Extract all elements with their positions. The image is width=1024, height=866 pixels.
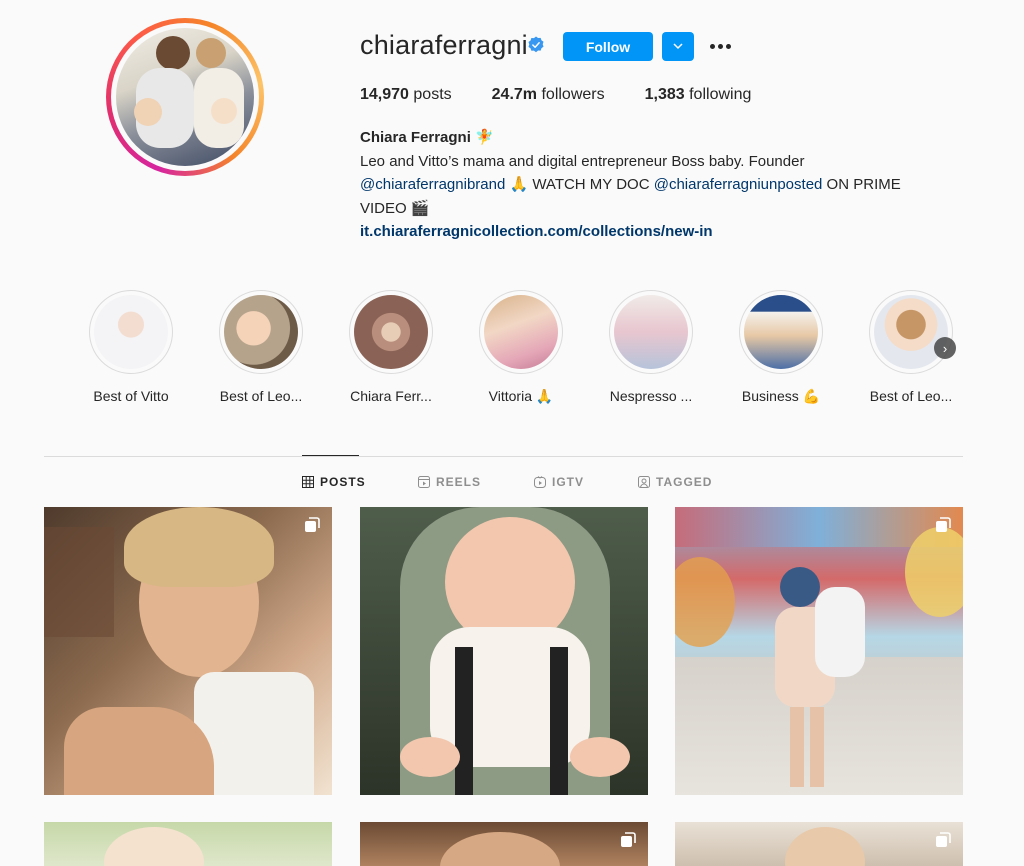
tagged-icon	[638, 476, 650, 488]
highlight-chiara-ferragni[interactable]: Chiara Ferr...	[346, 290, 436, 404]
highlight-label: Nespresso ...	[609, 388, 693, 404]
active-tab-indicator	[302, 455, 359, 456]
brand-mention-link[interactable]: @chiaraferragnibrand	[360, 176, 505, 193]
followers-stat[interactable]: 24.7m followers	[492, 86, 605, 104]
tabs-divider	[44, 456, 963, 457]
following-stat[interactable]: 1,383 following	[645, 86, 752, 104]
fairy-emoji: 🧚	[475, 129, 494, 146]
more-options-icon[interactable]	[706, 34, 734, 58]
chevron-down-icon	[673, 43, 683, 50]
post-thumbnail-3[interactable]	[675, 507, 963, 795]
highlight-label: Best of Vitto	[93, 388, 169, 404]
post-thumbnail-1[interactable]	[44, 507, 332, 795]
posts-label: posts	[413, 86, 452, 103]
highlight-vittoria[interactable]: Vittoria 🙏	[476, 290, 566, 405]
profile-avatar[interactable]	[106, 18, 264, 176]
multiple-images-icon	[305, 517, 320, 532]
post-thumbnail-2[interactable]	[360, 507, 648, 795]
bio-website-link[interactable]: it.chiaraferragnicollection.com/collecti…	[360, 220, 940, 244]
post-thumbnail-4[interactable]	[44, 822, 332, 866]
highlight-nespresso[interactable]: Nespresso ...	[606, 290, 696, 404]
highlight-label: Best of Leo...	[869, 388, 953, 404]
bio-line-1: Leo and Vitto’s mama and digital entrepr…	[360, 152, 805, 170]
follow-button[interactable]: Follow	[563, 32, 653, 61]
tab-label: REELS	[436, 475, 482, 489]
highlight-business[interactable]: Business 💪	[736, 290, 826, 405]
followers-label: followers	[541, 86, 605, 103]
profile-stats: 14,970 posts 24.7m followers 1,383 follo…	[360, 86, 791, 104]
unposted-mention-link[interactable]: @chiaraferragniunposted	[654, 176, 823, 193]
following-count: 1,383	[644, 86, 685, 103]
grid-icon	[302, 476, 314, 488]
tab-label: IGTV	[552, 475, 585, 489]
suggested-dropdown-button[interactable]	[662, 32, 694, 61]
bio-text-4: VIDEO 🎬	[360, 199, 430, 217]
highlight-best-of-leo[interactable]: Best of Leo...	[216, 290, 306, 404]
followers-count: 24.7m	[491, 86, 538, 103]
multiple-images-icon	[621, 832, 636, 847]
bio-text-3: ON PRIME	[822, 176, 901, 193]
multiple-images-icon	[936, 832, 951, 847]
verified-badge-icon	[528, 36, 544, 53]
posts-stat: 14,970 posts	[360, 86, 452, 104]
highlight-label: Chiara Ferr...	[350, 388, 432, 404]
post-thumbnail-6[interactable]	[675, 822, 963, 866]
reels-icon	[418, 476, 430, 488]
igtv-icon	[534, 476, 546, 488]
tab-reels[interactable]: REELS	[418, 475, 481, 489]
profile-username: chiaraferragni	[360, 30, 528, 60]
tab-label: TAGGED	[656, 475, 713, 489]
tab-tagged[interactable]: TAGGED	[638, 475, 712, 489]
post-thumbnail-5[interactable]	[360, 822, 648, 866]
highlight-label: Vittoria 🙏	[488, 388, 554, 404]
posts-count: 14,970	[360, 86, 409, 103]
highlight-label: Business 💪	[741, 388, 821, 404]
chevron-right-icon[interactable]: ›	[934, 337, 956, 359]
multiple-images-icon	[936, 517, 951, 532]
profile-full-name: Chiara Ferragni	[360, 129, 471, 146]
highlight-best-of-vitto[interactable]: Best of Vitto	[86, 290, 176, 404]
following-label: following	[689, 86, 752, 103]
tab-label: POSTS	[320, 475, 366, 489]
avatar-photo	[116, 28, 254, 166]
profile-bio: Chiara Ferragni 🧚 Leo and Vitto’s mama a…	[360, 126, 940, 244]
tab-posts[interactable]: POSTS	[302, 475, 366, 489]
avatar-inner	[111, 23, 259, 171]
bio-text-2: 🙏 WATCH MY DOC	[505, 176, 654, 193]
tab-igtv[interactable]: IGTV	[534, 475, 584, 489]
highlight-label: Best of Leo...	[219, 388, 303, 404]
